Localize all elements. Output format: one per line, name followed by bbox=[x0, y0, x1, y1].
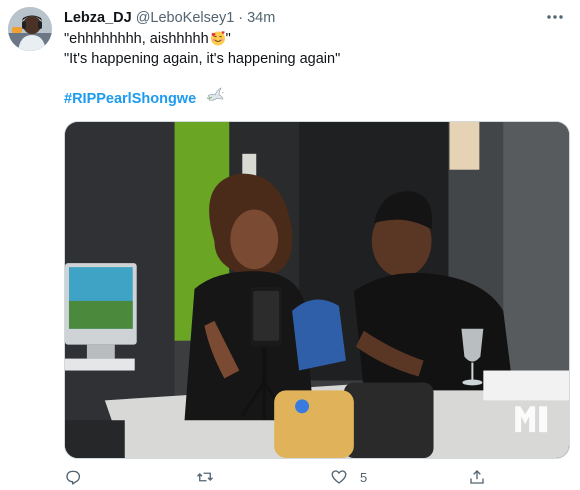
tweet-text: "ehhhhhhhh, aishhhhh " "It's happening a… bbox=[64, 29, 564, 109]
tweet-header: Lebza_DJ @LeboKelsey1 · 34m bbox=[64, 8, 275, 28]
heart-icon bbox=[331, 470, 347, 484]
tweet-text-line-1: "ehhhhhhhh, aishhhhh " bbox=[64, 29, 564, 49]
tweet-text-line-2: "It's happening again, it's happening ag… bbox=[64, 51, 341, 67]
separator-dot: · bbox=[238, 10, 244, 26]
tweet-text-line-1-main: "ehhhhhhhh, aishhhhh bbox=[64, 31, 209, 47]
reply-button[interactable] bbox=[64, 468, 82, 486]
share-icon bbox=[470, 470, 484, 484]
smiling-face-with-hearts-icon bbox=[210, 31, 225, 46]
retweet-icon bbox=[197, 472, 213, 482]
like-count: 5 bbox=[360, 469, 368, 485]
reply-icon bbox=[66, 470, 81, 485]
display-name[interactable]: Lebza_DJ bbox=[64, 10, 132, 26]
hashtag-line: #RIPPearlShongwe bbox=[64, 87, 564, 109]
tweet-text-line-1-end: " bbox=[225, 31, 231, 47]
avatar[interactable] bbox=[8, 7, 52, 51]
hashtag-link[interactable]: #RIPPearlShongwe bbox=[64, 91, 196, 107]
share-button[interactable] bbox=[468, 468, 486, 486]
tweet-actions: 5 bbox=[64, 467, 504, 487]
user-handle[interactable]: @LeboKelsey1 bbox=[136, 10, 235, 26]
tweet[interactable]: Lebza_DJ @LeboKelsey1 · 34m "ehhhhhhhh, … bbox=[0, 0, 580, 490]
dove-icon bbox=[206, 87, 225, 101]
retweet-button[interactable] bbox=[196, 468, 214, 486]
tweet-photo[interactable] bbox=[64, 121, 570, 459]
like-button[interactable]: 5 bbox=[330, 468, 367, 486]
more-dots-icon bbox=[547, 15, 563, 19]
more-options-button[interactable] bbox=[544, 8, 566, 26]
timestamp[interactable]: 34m bbox=[247, 10, 275, 26]
metro-fm-logo bbox=[515, 406, 548, 433]
